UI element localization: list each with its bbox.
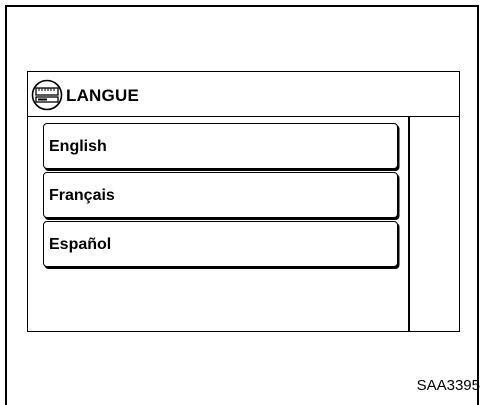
language-button-label: English — [49, 138, 107, 155]
language-button-label: Français — [49, 187, 115, 204]
keyboard-settings-icon — [31, 79, 63, 111]
screen-header: LANGUE — [28, 72, 459, 117]
language-button-english[interactable]: English — [43, 123, 398, 169]
figure-code: SAA3395 — [416, 377, 480, 394]
language-screen: LANGUE English Français Español — [27, 71, 460, 332]
scrollbar-area — [408, 116, 410, 332]
page-title: LANGUE — [66, 86, 139, 105]
language-button-label: Español — [49, 236, 112, 253]
language-button-french[interactable]: Français — [43, 172, 398, 218]
language-button-spanish[interactable]: Español — [43, 221, 398, 267]
